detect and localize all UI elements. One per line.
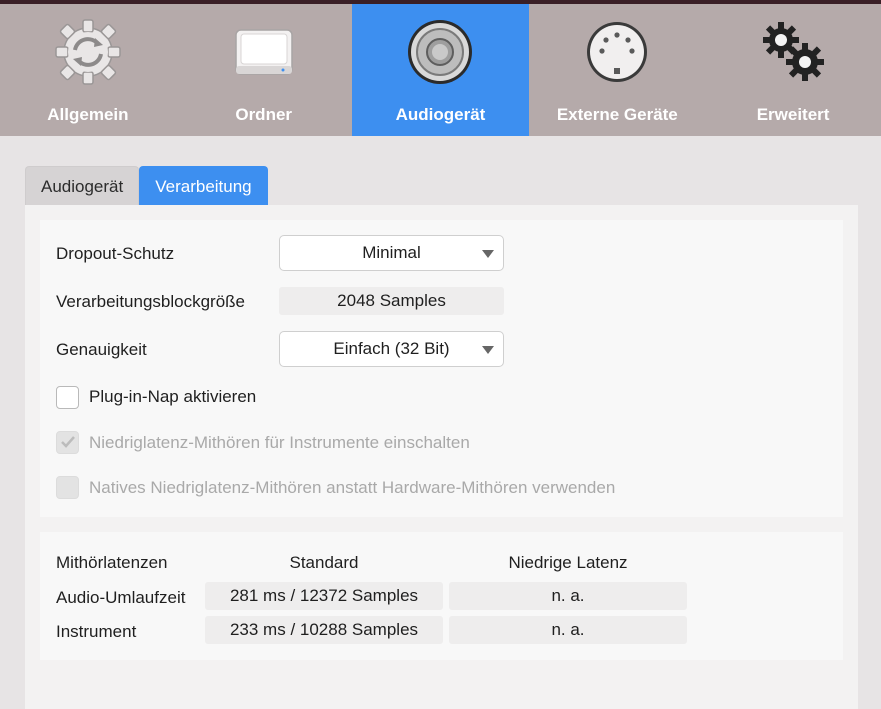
toolbar-label-ordner: Ordner	[235, 105, 293, 124]
toolbar-label-erweitert: Erweitert	[756, 105, 830, 124]
native-low-latency-label: Natives Niedriglatenz-Mithören anstatt H…	[89, 478, 616, 497]
chevron-down-icon	[482, 250, 494, 258]
latency-col-low: Niedrige Latenz	[508, 553, 628, 572]
toolbar-label-audiogeraet: Audiogerät	[395, 105, 486, 124]
latency-col-standard: Standard	[289, 553, 359, 572]
plugin-nap-label: Plug-in-Nap aktivieren	[89, 387, 257, 406]
toolbar-item-audiogeraet[interactable]: Audiogerät	[351, 4, 530, 136]
dropout-label: Dropout-Schutz	[56, 244, 175, 263]
latency-low-value: n. a.	[449, 616, 687, 644]
latency-row-label: Instrument	[56, 622, 137, 641]
tab-verarbeitung[interactable]: Verarbeitung	[139, 166, 268, 205]
latency-row-label: Audio-Umlaufzeit	[56, 588, 186, 607]
low-latency-instruments-checkbox[interactable]	[56, 431, 79, 454]
latency-header: Mithörlatenzen	[56, 553, 168, 572]
checkmark-icon	[61, 436, 75, 448]
preferences-toolbar: Allgemein Ordner Audiogerät Externe Gerä…	[0, 4, 881, 136]
toolbar-item-erweitert[interactable]: Erweitert	[705, 4, 881, 136]
toolbar-label-externe-geraete: Externe Geräte	[556, 105, 678, 124]
latency-low-value: n. a.	[449, 582, 687, 610]
chevron-down-icon	[482, 346, 494, 354]
toolbar-item-ordner[interactable]: Ordner	[176, 4, 352, 136]
processing-settings-section: Dropout-Schutz Minimal Verarbeitungsbloc…	[40, 220, 843, 517]
low-latency-instruments-label: Niedriglatenz-Mithören für Instrumente e…	[89, 433, 470, 452]
precision-select[interactable]: Einfach (32 Bit)	[279, 331, 504, 367]
tab-audiogeraet[interactable]: Audiogerät	[25, 166, 140, 205]
blocksize-value: 2048 Samples	[279, 287, 504, 315]
native-low-latency-checkbox[interactable]	[56, 476, 79, 499]
sync-gear-icon	[53, 4, 123, 100]
blocksize-label: Verarbeitungsblockgröße	[56, 292, 246, 311]
dropout-select[interactable]: Minimal	[279, 235, 504, 271]
monitoring-latency-section: Mithörlatenzen Standard Niedrige Latenz …	[40, 532, 843, 660]
midi-connector-icon	[585, 4, 649, 100]
plugin-nap-checkbox[interactable]	[56, 386, 79, 409]
toolbar-label-allgemein: Allgemein	[47, 105, 129, 124]
speaker-icon	[406, 4, 474, 100]
dropout-select-value: Minimal	[362, 243, 421, 262]
toolbar-item-allgemein[interactable]: Allgemein	[0, 4, 176, 136]
drive-icon	[233, 4, 295, 100]
latency-standard-value: 281 ms / 12372 Samples	[205, 582, 443, 610]
precision-label: Genauigkeit	[56, 340, 147, 359]
toolbar-item-externe-geraete[interactable]: Externe Geräte	[529, 4, 705, 136]
processing-panel: Dropout-Schutz Minimal Verarbeitungsbloc…	[25, 205, 858, 709]
subtab-bar: Audiogerät Verarbeitung	[25, 166, 268, 205]
precision-select-value: Einfach (32 Bit)	[333, 339, 450, 358]
latency-standard-value: 233 ms / 10288 Samples	[205, 616, 443, 644]
gears-icon	[757, 4, 829, 100]
